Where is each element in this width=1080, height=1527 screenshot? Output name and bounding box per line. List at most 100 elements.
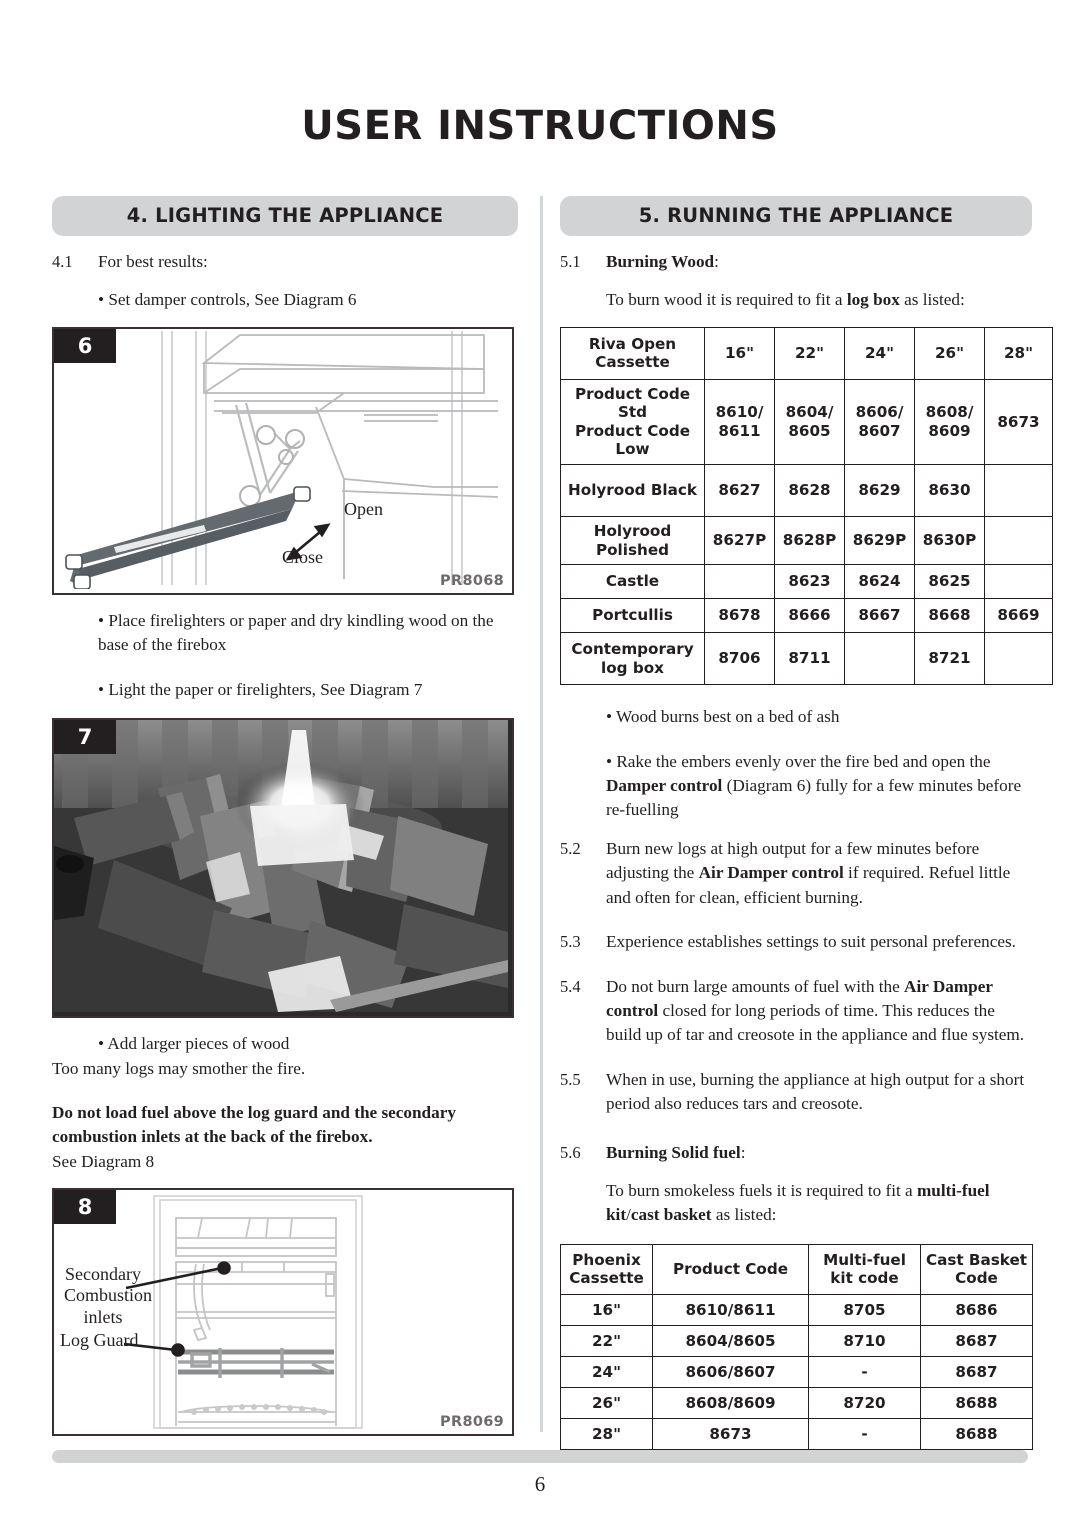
solidfuel-intro-bold2: cast basket bbox=[630, 1205, 712, 1225]
multifuel-row-label: 28" bbox=[560, 1417, 653, 1450]
multifuel-table-body: Phoenix Cassette Product Code Multi-fuel kit… bbox=[560, 1243, 1033, 1450]
clause-5-2-number: 5.2 bbox=[560, 838, 581, 858]
logbox-header-cell: 22" bbox=[774, 326, 845, 380]
logbox-cell: 8623 bbox=[774, 564, 845, 600]
bullet-wood-bed-of-ash: • Wood burns best on a bed of ash bbox=[606, 707, 840, 727]
clause-5-4-a: Do not burn large amounts of fuel with t… bbox=[606, 976, 905, 996]
logbox-cell bbox=[844, 632, 915, 686]
multifuel-table: Phoenix Cassette Product Code Multi-fuel kit… bbox=[560, 1243, 1033, 1450]
multifuel-header-cell: Product Code bbox=[652, 1243, 809, 1295]
logbox-cell: 8624 bbox=[844, 564, 915, 600]
figure-8-label-log-guard: Log Guard bbox=[60, 1330, 139, 1351]
multifuel-cell: 8705 bbox=[808, 1293, 921, 1326]
logbox-table: Riva Open Cassette 16" 22" 24" 26" 28" Product … bbox=[560, 326, 1053, 686]
logbox-cell: 8628P bbox=[774, 516, 845, 566]
multifuel-row: 28" 8673-8688 bbox=[560, 1417, 1033, 1450]
section-header-running: 5. RUNNING THE APPLIANCE bbox=[560, 196, 1032, 236]
left-column: 4. LIGHTING THE APPLIANCE 4.1 For best r… bbox=[52, 196, 518, 1437]
logbox-header-row: Riva Open Cassette 16" 22" 24" 26" 28" bbox=[560, 326, 1053, 380]
warning-do-not-load-fuel: Do not load fuel above the log guard and… bbox=[52, 1102, 456, 1147]
figure-6-label-close: Close bbox=[282, 546, 324, 567]
multifuel-cell: 8688 bbox=[920, 1386, 1033, 1419]
logbox-intro-c: as listed: bbox=[899, 290, 965, 310]
logbox-cell: 8608/8609 bbox=[914, 378, 985, 466]
clause-5-1-number: 5.1 bbox=[560, 252, 581, 271]
bullet-rake-bold: Damper control bbox=[606, 775, 723, 795]
clause-5-5: 5.5 When in use, burning the appliance a… bbox=[560, 1068, 1032, 1117]
logbox-cell: 8668 bbox=[914, 598, 985, 634]
clause-5-1: 5.1 Burning Wood: bbox=[560, 250, 1032, 274]
logbox-row: Product Code Std Product Code Low 8610/861… bbox=[560, 378, 1053, 466]
logbox-cell: 8669 bbox=[984, 598, 1053, 634]
logbox-cell: 8625 bbox=[914, 564, 985, 600]
figure-7-photo-render bbox=[54, 720, 508, 1013]
multifuel-cell: 8686 bbox=[920, 1293, 1033, 1326]
bullet-add-larger-wood: • Add larger pieces of wood bbox=[98, 1034, 290, 1054]
logbox-row: Portcullis 8678 8666 8667 8668 8669 bbox=[560, 598, 1053, 634]
logbox-cell: 8630 bbox=[914, 464, 985, 518]
figure-6-label-open: Open bbox=[344, 498, 383, 519]
figure-6-tag: 6 bbox=[54, 328, 116, 363]
logbox-cell: 8630P bbox=[914, 516, 985, 566]
clause-5-3-text: Experience establishes settings to suit … bbox=[606, 932, 1016, 952]
figure-8-firebox-interior: 8 Secondary Combustion inlets Log Guard … bbox=[52, 1188, 514, 1437]
multifuel-cell: 8606/8607 bbox=[652, 1355, 809, 1388]
figure-8-code: PR8069 bbox=[440, 1414, 504, 1431]
see-diagram-8-text: See Diagram 8 bbox=[52, 1151, 155, 1171]
clause-5-4-number: 5.4 bbox=[560, 976, 581, 996]
multifuel-header-cell: Cast Basket Code bbox=[920, 1243, 1033, 1295]
multifuel-row-label: 16" bbox=[560, 1293, 653, 1326]
solidfuel-intro: To burn smokeless fuels it is required t… bbox=[606, 1179, 1032, 1228]
logbox-row-label: Contemporary log box bbox=[560, 632, 705, 686]
bullet-rake-a: • Rake the embers evenly over the fire b… bbox=[606, 751, 991, 771]
clause-5-1-text: Burning Wood: bbox=[606, 250, 1032, 274]
clause-4-1-number: 4.1 bbox=[52, 252, 73, 271]
logbox-row: Holyrood Black 8627 8628 8629 8630 bbox=[560, 464, 1053, 518]
clause-4-1: 4.1 For best results: bbox=[52, 250, 518, 274]
clause-5-3: 5.3 Experience establishes settings to s… bbox=[560, 930, 1032, 954]
bullet-place-firelighters: • Place firelighters or paper and dry ki… bbox=[98, 610, 494, 655]
line-too-many-logs: Too many logs may smother the fire. bbox=[52, 1058, 306, 1078]
logbox-cell: 8678 bbox=[704, 598, 775, 634]
figure-7-tag: 7 bbox=[54, 720, 116, 755]
logbox-cell bbox=[984, 632, 1053, 686]
multifuel-row-label: 26" bbox=[560, 1386, 653, 1419]
logbox-cell: 8673 bbox=[984, 378, 1053, 466]
multifuel-cell: 8710 bbox=[808, 1324, 921, 1357]
logbox-cell: 8606/8607 bbox=[844, 378, 915, 466]
clause-5-1-colon: : bbox=[714, 252, 719, 271]
logbox-cell: 8628 bbox=[774, 464, 845, 518]
figure-7-fire-photo: 7 bbox=[52, 718, 514, 1019]
logbox-cell: 8604/8605 bbox=[774, 378, 845, 466]
multifuel-row: 24" 8606/8607-8687 bbox=[560, 1355, 1033, 1388]
logbox-header-cell: 26" bbox=[914, 326, 985, 380]
logbox-cell bbox=[984, 516, 1053, 566]
figure-6-linedrawing bbox=[65, 330, 499, 589]
bullet-rake-embers: • Rake the embers evenly over the fire b… bbox=[606, 750, 1032, 823]
clause-5-6-text: Burning Solid fuel: bbox=[606, 1141, 1032, 1165]
multifuel-cell: 8688 bbox=[920, 1417, 1033, 1450]
clause-5-6: 5.6 Burning Solid fuel: bbox=[560, 1141, 1032, 1165]
right-column: 5. RUNNING THE APPLIANCE 5.1 Burning Woo… bbox=[560, 196, 1053, 1450]
logbox-intro: To burn wood it is required to fit a log… bbox=[606, 288, 1032, 312]
clause-5-6-number: 5.6 bbox=[560, 1142, 581, 1162]
logbox-row: Contemporary log box 8706 8711 8721 bbox=[560, 632, 1053, 686]
multifuel-cell: 8673 bbox=[652, 1417, 809, 1450]
logbox-intro-bold: log box bbox=[846, 290, 900, 310]
figure-6-code: PR8068 bbox=[440, 572, 504, 589]
clause-5-6-bold-label: Burning Solid fuel bbox=[606, 1142, 741, 1162]
logbox-cell: 8711 bbox=[774, 632, 845, 686]
multifuel-cell: 8687 bbox=[920, 1355, 1033, 1388]
multifuel-row-label: 24" bbox=[560, 1355, 653, 1388]
clause-5-2: 5.2 Burn new logs at high output for a f… bbox=[560, 837, 1032, 910]
logbox-header-cell: 28" bbox=[984, 326, 1053, 380]
solidfuel-intro-e: as listed: bbox=[711, 1205, 777, 1225]
logbox-cell: 8629P bbox=[844, 516, 915, 566]
logbox-row-label: Holyrood Black bbox=[560, 464, 705, 518]
multifuel-cell: 8687 bbox=[920, 1324, 1033, 1357]
multifuel-header-cell: Multi-fuel kit code bbox=[808, 1243, 921, 1295]
multifuel-cell: 8610/8611 bbox=[652, 1293, 809, 1326]
logbox-cell: 8629 bbox=[844, 464, 915, 518]
logbox-header-cell: 24" bbox=[844, 326, 915, 380]
logbox-row: Holyrood Polished 8627P 8628P 8629P 8630P bbox=[560, 516, 1053, 566]
